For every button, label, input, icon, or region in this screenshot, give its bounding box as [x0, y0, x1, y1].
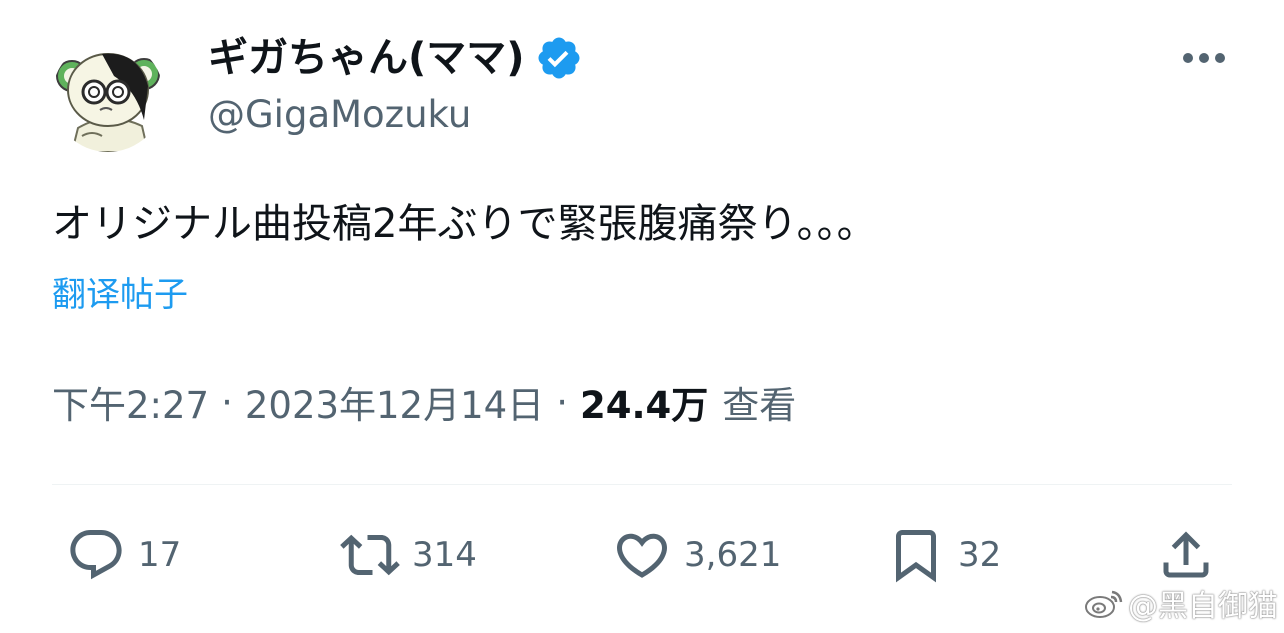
- like-count: 3,621: [684, 535, 782, 575]
- verified-badge-icon: [535, 34, 583, 82]
- display-name-row[interactable]: ギガちゃん(ママ): [208, 26, 583, 90]
- reply-count: 17: [138, 535, 182, 575]
- translate-post-link[interactable]: 翻译帖子: [52, 270, 188, 320]
- tweet-meta: 下午2:27 · 2023年12月14日 · 24.4万 查看: [52, 372, 796, 432]
- tweet-time[interactable]: 下午2:27: [52, 375, 209, 429]
- more-options-button[interactable]: [1176, 38, 1232, 78]
- retweet-button[interactable]: 314: [340, 520, 477, 590]
- display-name[interactable]: ギガちゃん(ママ): [208, 26, 525, 90]
- user-handle[interactable]: @GigaMozuku: [208, 90, 471, 140]
- avatar-image: [52, 40, 164, 152]
- retweet-count: 314: [412, 535, 477, 575]
- bookmark-icon: [896, 530, 936, 583]
- meta-separator: ·: [221, 380, 233, 424]
- heart-icon: [616, 533, 668, 578]
- watermark: @黑自御猫: [1084, 578, 1278, 628]
- bookmark-count: 32: [958, 535, 1002, 575]
- views-count[interactable]: 24.4万: [580, 375, 708, 429]
- divider: [52, 484, 1232, 485]
- tweet-date[interactable]: 2023年12月14日: [245, 375, 544, 429]
- like-button[interactable]: 3,621: [612, 520, 781, 590]
- more-horizontal-icon: [1183, 53, 1225, 63]
- share-icon: [1163, 531, 1209, 578]
- weibo-logo-icon: [1085, 590, 1123, 618]
- views-label: 查看: [722, 384, 797, 427]
- bookmark-button[interactable]: 32: [886, 520, 1001, 590]
- meta-separator: ·: [556, 380, 568, 424]
- tweet-text: オリジナル曲投稿2年ぶりで緊張腹痛祭り。。。: [52, 201, 877, 247]
- watermark-text: @黑自御猫: [1128, 589, 1278, 624]
- reply-button[interactable]: 17: [66, 520, 181, 590]
- retweet-icon: [340, 534, 400, 576]
- avatar[interactable]: [52, 40, 164, 152]
- reply-icon: [70, 530, 122, 580]
